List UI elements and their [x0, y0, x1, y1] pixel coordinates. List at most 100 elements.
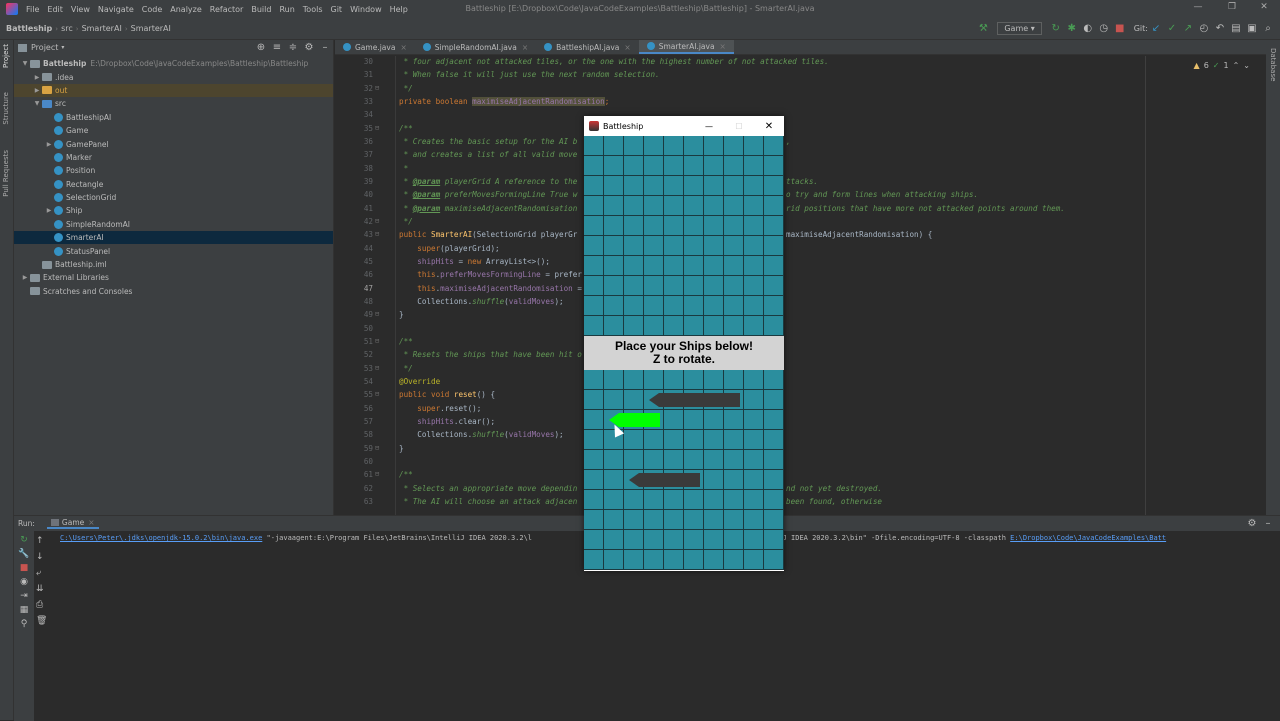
- minimize-button[interactable]: —: [1186, 2, 1210, 16]
- chevron-down-icon[interactable]: ▼: [20, 60, 30, 67]
- menu-navigate[interactable]: Navigate: [94, 5, 138, 14]
- tree-item-out[interactable]: ▶ out: [14, 83, 333, 98]
- enemy-grid[interactable]: [584, 136, 784, 336]
- enemy-grid-cell[interactable]: [624, 196, 644, 216]
- fold-icon[interactable]: ⊟: [375, 390, 379, 398]
- coverage-icon[interactable]: ◐: [1080, 23, 1096, 34]
- player-grid-cell[interactable]: [704, 490, 724, 510]
- enemy-grid-cell[interactable]: [744, 196, 764, 216]
- enemy-grid-cell[interactable]: [584, 296, 604, 316]
- enemy-grid-cell[interactable]: [704, 236, 724, 256]
- enemy-grid-cell[interactable]: [644, 276, 664, 296]
- player-grid-cell[interactable]: [584, 510, 604, 530]
- enemy-grid-cell[interactable]: [664, 196, 684, 216]
- close-tab-icon[interactable]: ×: [624, 43, 630, 52]
- player-grid-cell[interactable]: [624, 430, 644, 450]
- enemy-grid-cell[interactable]: [664, 236, 684, 256]
- menu-view[interactable]: View: [67, 5, 94, 14]
- player-grid-cell[interactable]: [644, 490, 664, 510]
- menu-window[interactable]: Window: [346, 5, 386, 14]
- menu-code[interactable]: Code: [138, 5, 166, 14]
- player-grid-cell[interactable]: [684, 370, 704, 390]
- tree-item-smarterai[interactable]: SmarterAI: [14, 231, 333, 245]
- chevron-right-icon[interactable]: ▶: [20, 274, 30, 281]
- enemy-grid-cell[interactable]: [764, 236, 784, 256]
- arrow-up-icon[interactable]: ↑: [36, 536, 47, 546]
- tab-simplerandomai-java[interactable]: SimpleRandomAI.java ×: [415, 40, 536, 54]
- player-grid-cell[interactable]: [684, 530, 704, 550]
- player-grid-cell[interactable]: [644, 470, 664, 490]
- tab-battleshipai-java[interactable]: BattleshipAI.java ×: [536, 40, 639, 54]
- player-grid-cell[interactable]: [584, 430, 604, 450]
- enemy-grid-cell[interactable]: [584, 256, 604, 276]
- enemy-grid-cell[interactable]: [624, 256, 644, 276]
- player-grid-cell[interactable]: [644, 430, 664, 450]
- exit-icon[interactable]: ⇥: [20, 591, 28, 601]
- close-tab-icon[interactable]: ×: [400, 43, 406, 52]
- enemy-grid-cell[interactable]: [604, 136, 624, 156]
- enemy-grid-cell[interactable]: [764, 216, 784, 236]
- player-grid-cell[interactable]: [644, 410, 664, 430]
- player-grid-cell[interactable]: [684, 470, 704, 490]
- close-button[interactable]: ✕: [754, 121, 784, 132]
- player-grid-cell[interactable]: [684, 490, 704, 510]
- player-grid-cell[interactable]: [604, 530, 624, 550]
- enemy-grid-cell[interactable]: [644, 256, 664, 276]
- player-grid-cell[interactable]: [744, 510, 764, 530]
- player-grid-cell[interactable]: [604, 490, 624, 510]
- project-tool-tab[interactable]: Project: [2, 44, 10, 68]
- enemy-grid-cell[interactable]: [604, 176, 624, 196]
- enemy-grid-cell[interactable]: [724, 156, 744, 176]
- player-grid-cell[interactable]: [684, 430, 704, 450]
- player-grid-cell[interactable]: [764, 530, 784, 550]
- player-grid[interactable]: [584, 370, 784, 570]
- tab-smarterai-java[interactable]: SmarterAI.java ×: [638, 40, 734, 54]
- enemy-grid-cell[interactable]: [584, 316, 604, 336]
- fold-icon[interactable]: ⊟: [375, 337, 379, 345]
- player-grid-cell[interactable]: [744, 430, 764, 450]
- enemy-grid-cell[interactable]: [664, 276, 684, 296]
- chevron-right-icon[interactable]: ▶: [32, 74, 42, 81]
- enemy-grid-cell[interactable]: [744, 156, 764, 176]
- player-grid-cell[interactable]: [604, 390, 624, 410]
- menu-file[interactable]: File: [22, 5, 43, 14]
- player-grid-cell[interactable]: [704, 410, 724, 430]
- tree-item-battleship-iml[interactable]: Battleship.iml: [14, 258, 333, 271]
- fold-icon[interactable]: ⊟: [375, 84, 379, 92]
- maximize-button[interactable]: ☐: [724, 122, 754, 131]
- player-grid-cell[interactable]: [644, 530, 664, 550]
- player-grid-cell[interactable]: [624, 390, 644, 410]
- player-grid-cell[interactable]: [764, 430, 784, 450]
- enemy-grid-cell[interactable]: [644, 216, 664, 236]
- menu-run[interactable]: Run: [275, 5, 298, 14]
- enemy-grid-cell[interactable]: [584, 156, 604, 176]
- player-grid-cell[interactable]: [704, 530, 724, 550]
- database-tool-tab[interactable]: Database: [1269, 48, 1277, 81]
- enemy-grid-cell[interactable]: [684, 256, 704, 276]
- breadcrumb-project[interactable]: Battleship: [0, 24, 55, 33]
- enemy-grid-cell[interactable]: [684, 136, 704, 156]
- player-grid-cell[interactable]: [584, 370, 604, 390]
- player-grid-cell[interactable]: [604, 510, 624, 530]
- breadcrumb-member[interactable]: SmarterAI: [128, 24, 174, 33]
- hide-icon[interactable]: –: [1260, 518, 1276, 529]
- enemy-grid-cell[interactable]: [724, 216, 744, 236]
- player-grid-cell[interactable]: [724, 470, 744, 490]
- enemy-grid-cell[interactable]: [584, 236, 604, 256]
- menu-refactor[interactable]: Refactor: [206, 5, 248, 14]
- enemy-grid-cell[interactable]: [704, 156, 724, 176]
- player-grid-cell[interactable]: [744, 550, 764, 570]
- stop-icon[interactable]: ■: [1112, 23, 1128, 34]
- enemy-grid-cell[interactable]: [664, 136, 684, 156]
- enemy-grid-cell[interactable]: [704, 136, 724, 156]
- enemy-grid-cell[interactable]: [684, 236, 704, 256]
- player-grid-cell[interactable]: [744, 390, 764, 410]
- player-grid-cell[interactable]: [664, 470, 684, 490]
- enemy-grid-cell[interactable]: [664, 256, 684, 276]
- enemy-grid-cell[interactable]: [704, 256, 724, 276]
- player-grid-cell[interactable]: [604, 470, 624, 490]
- enemy-grid-cell[interactable]: [724, 316, 744, 336]
- tree-item-ship[interactable]: ▶ Ship: [14, 204, 333, 217]
- player-grid-cell[interactable]: [764, 550, 784, 570]
- enemy-grid-cell[interactable]: [624, 316, 644, 336]
